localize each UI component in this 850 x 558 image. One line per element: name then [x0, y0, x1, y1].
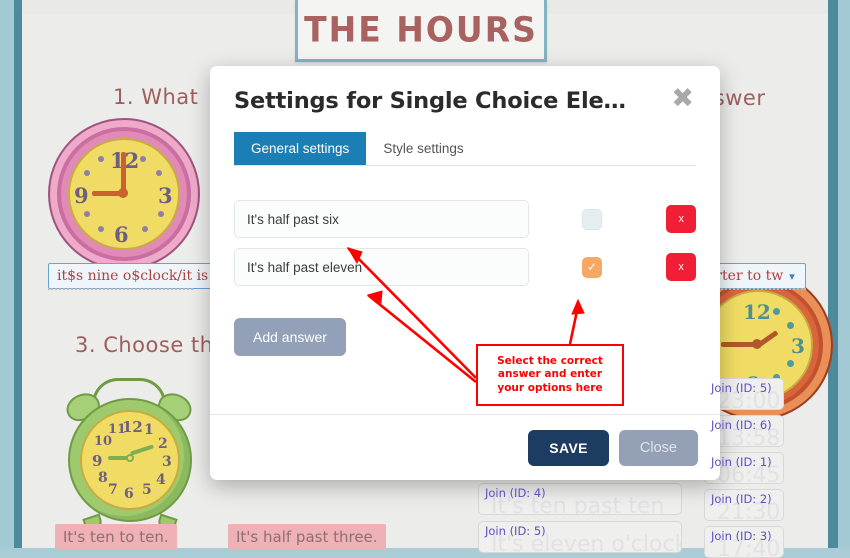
modal-tabs: General settings Style settings — [234, 132, 696, 166]
close-button[interactable]: Close — [619, 430, 698, 466]
modal-footer: SAVE Close — [210, 414, 720, 480]
annotation-callout-box: Select the correct answer and enter your… — [476, 344, 624, 406]
settings-modal: Settings for Single Choice Ele… ✖ Genera… — [210, 66, 720, 480]
annotation-line-1: Select the correct — [497, 355, 603, 367]
annotation-text: Select the correct answer and enter your… — [497, 355, 603, 394]
answer-row: ✓ x — [234, 248, 696, 286]
join-label: Join (ID: 4) — [485, 486, 546, 500]
save-button[interactable]: SAVE — [528, 430, 609, 466]
tab-style-settings[interactable]: Style settings — [366, 132, 480, 165]
answer-input-2[interactable] — [234, 248, 529, 286]
delete-answer-button-2[interactable]: x — [666, 253, 696, 281]
answers-list: x ✓ x — [234, 200, 696, 286]
join-label: Join (ID: 6) — [711, 418, 772, 432]
tab-general-settings[interactable]: General settings — [234, 132, 366, 165]
answer-row: x — [234, 200, 696, 238]
add-answer-button[interactable]: Add answer — [234, 318, 346, 356]
join-label: Join (ID: 2) — [711, 492, 772, 506]
join-label: Join (ID: 5) — [711, 381, 772, 395]
join-label: Join (ID: 1) — [711, 455, 772, 469]
annotation-line-3: your options here — [497, 382, 602, 394]
answer-correct-checkbox-2[interactable]: ✓ — [582, 257, 603, 278]
join-label: Join (ID: 3) — [711, 529, 772, 543]
modal-title: Settings for Single Choice Ele… — [234, 88, 626, 114]
join-label: Join (ID: 5) — [485, 524, 546, 538]
modal-header: Settings for Single Choice Ele… ✖ — [210, 66, 720, 114]
delete-answer-button-1[interactable]: x — [666, 205, 696, 233]
close-icon[interactable]: ✖ — [669, 88, 696, 110]
annotation-line-2: answer and enter — [498, 368, 602, 380]
answer-correct-checkbox-1[interactable] — [582, 209, 603, 230]
answer-input-1[interactable] — [234, 200, 529, 238]
